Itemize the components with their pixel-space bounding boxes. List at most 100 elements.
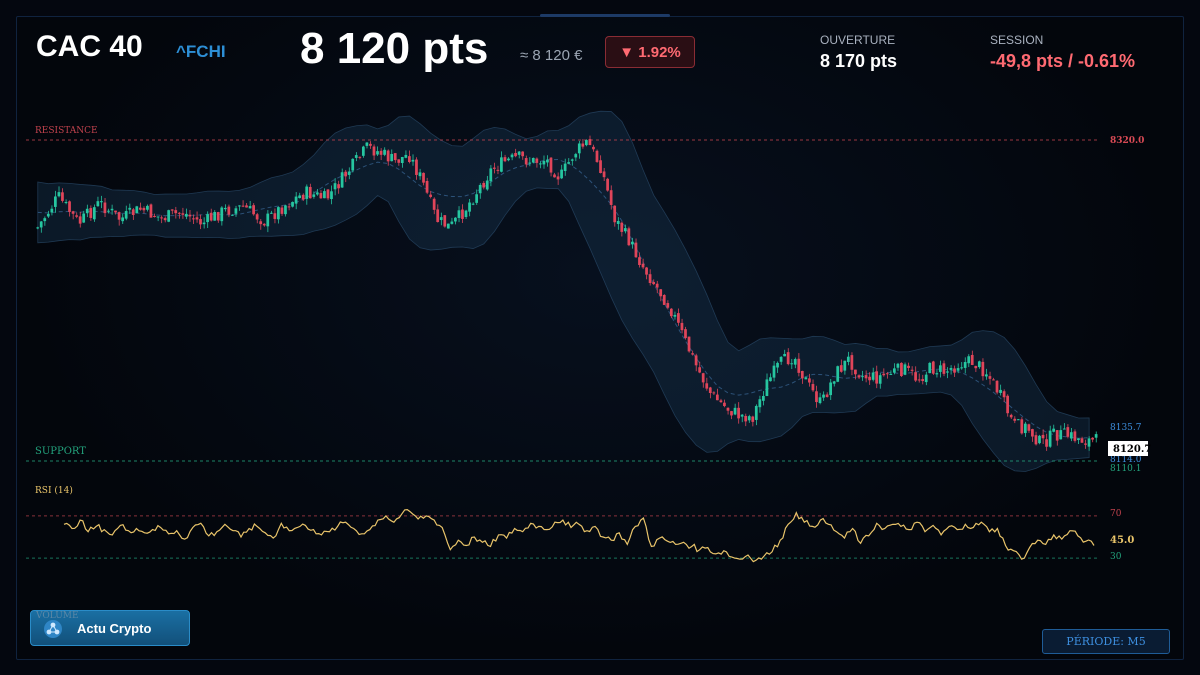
candle xyxy=(418,172,422,177)
candle xyxy=(68,201,71,212)
periode-button[interactable]: PÉRIODE: M5 xyxy=(1042,629,1170,654)
candle xyxy=(822,394,825,398)
candle xyxy=(181,213,185,215)
candle xyxy=(61,192,64,201)
candle xyxy=(255,214,259,220)
candle xyxy=(1062,428,1066,430)
candle xyxy=(1077,438,1080,441)
candle xyxy=(216,212,220,221)
candle xyxy=(213,212,217,221)
candle xyxy=(631,241,634,245)
candle xyxy=(177,212,181,214)
candle xyxy=(1045,439,1048,447)
candle xyxy=(82,213,86,223)
candle xyxy=(436,209,440,223)
candle xyxy=(390,153,394,162)
candle xyxy=(769,377,772,382)
candle xyxy=(39,221,43,228)
candle xyxy=(765,379,769,397)
candle xyxy=(393,153,397,161)
candle xyxy=(184,213,188,217)
candle xyxy=(677,313,680,323)
last-price-value: 8120.7 xyxy=(1113,444,1151,455)
candle xyxy=(563,163,567,171)
candle xyxy=(107,210,110,212)
candle xyxy=(839,365,843,372)
candle xyxy=(273,213,277,219)
candle xyxy=(588,139,592,146)
candle xyxy=(432,198,436,210)
candle xyxy=(960,367,963,369)
candle xyxy=(921,379,925,382)
candle xyxy=(167,210,171,222)
candle xyxy=(970,354,974,365)
candle xyxy=(595,150,599,162)
candle xyxy=(245,205,248,208)
candle xyxy=(75,215,78,217)
candle xyxy=(687,336,691,352)
candle xyxy=(988,376,992,379)
candle xyxy=(843,360,847,371)
candle xyxy=(892,368,896,373)
candle xyxy=(1073,431,1077,441)
candle xyxy=(238,205,241,207)
candle xyxy=(457,210,461,218)
candle xyxy=(340,172,344,188)
candle xyxy=(43,218,47,222)
candle xyxy=(397,159,401,163)
candle xyxy=(446,223,450,229)
candle xyxy=(829,382,832,396)
candle xyxy=(489,168,493,182)
candle xyxy=(634,242,638,258)
candle xyxy=(878,375,882,384)
candle xyxy=(266,213,270,227)
candle xyxy=(71,211,75,214)
candle xyxy=(882,373,886,376)
candle xyxy=(928,362,932,374)
candle xyxy=(252,205,255,215)
candle xyxy=(156,216,160,218)
candle xyxy=(149,204,153,218)
candle xyxy=(914,372,917,381)
candle xyxy=(797,358,801,373)
candle xyxy=(117,212,121,220)
candle xyxy=(574,154,578,158)
candle xyxy=(553,174,556,178)
candle xyxy=(811,384,815,391)
bollinger-envelope xyxy=(37,110,1090,472)
candle xyxy=(850,355,854,370)
candle xyxy=(875,371,879,384)
candle xyxy=(500,157,503,172)
candle xyxy=(468,202,471,212)
candle xyxy=(1059,430,1063,440)
candle xyxy=(223,207,227,210)
candle xyxy=(294,196,298,204)
candle xyxy=(779,356,783,362)
candle xyxy=(570,159,574,161)
candle xyxy=(804,377,808,380)
candle xyxy=(740,414,744,417)
candle xyxy=(96,201,100,207)
candle xyxy=(659,289,663,297)
candle xyxy=(977,361,981,368)
candle xyxy=(163,218,167,221)
candle xyxy=(330,191,333,200)
candle xyxy=(616,220,620,224)
candle xyxy=(478,184,482,194)
candle xyxy=(262,223,266,226)
candle xyxy=(454,217,457,222)
candle xyxy=(556,176,560,180)
candle xyxy=(567,162,571,164)
candle xyxy=(868,376,871,381)
candle xyxy=(719,400,723,403)
candle xyxy=(751,416,755,422)
candle xyxy=(939,365,942,372)
crypto-network-icon xyxy=(44,620,62,638)
candle xyxy=(100,201,103,203)
resistance-label: RESISTANCE xyxy=(35,126,98,136)
candle xyxy=(613,205,617,223)
candle xyxy=(305,186,309,199)
candle xyxy=(89,208,93,218)
rsi-title: RSI (14) xyxy=(35,485,73,496)
candle xyxy=(620,222,624,232)
